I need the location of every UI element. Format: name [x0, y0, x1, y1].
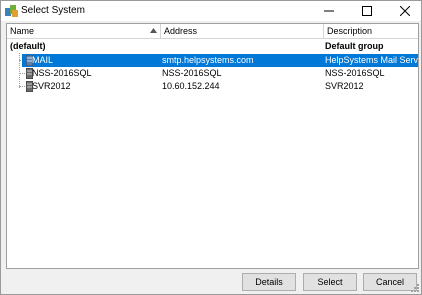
row-address: 10.60.152.244 [162, 81, 220, 91]
details-button[interactable]: Details [242, 273, 296, 291]
server-group-icon [5, 5, 18, 17]
group-row-default[interactable]: (default) Default group [7, 40, 418, 53]
sort-ascending-icon [150, 28, 157, 33]
minimize-icon [324, 10, 334, 12]
select-button[interactable]: Select [303, 273, 357, 291]
window-title: Select System [21, 5, 85, 16]
row-name: SVR2012 [32, 81, 71, 91]
column-header-description[interactable]: Description [324, 24, 418, 38]
minimize-button[interactable] [312, 1, 346, 21]
list-item-mail[interactable]: MAIL smtp.helpsystems.com HelpSystems Ma… [22, 54, 418, 67]
row-address: smtp.helpsystems.com [162, 55, 254, 65]
row-description: SVR2012 [325, 81, 364, 91]
column-header-address[interactable]: Address [161, 24, 324, 38]
group-description: Default group [325, 41, 384, 51]
column-header-description-label: Description [327, 26, 373, 36]
maximize-icon [362, 6, 372, 16]
group-name: (default) [10, 41, 46, 51]
close-icon [400, 6, 410, 16]
row-address: NSS-2016SQL [162, 68, 222, 78]
cancel-button[interactable]: Cancel [363, 273, 417, 291]
row-description: NSS-2016SQL [325, 68, 385, 78]
list-item-nss-2016sql[interactable]: NSS-2016SQL NSS-2016SQL NSS-2016SQL [7, 67, 418, 80]
list-item-svr2012[interactable]: SVR2012 10.60.152.244 SVR2012 [7, 80, 418, 93]
column-header-name[interactable]: Name [7, 24, 161, 38]
system-list[interactable]: Name Address Description (default) Defau… [6, 23, 419, 269]
maximize-button[interactable] [350, 1, 384, 21]
column-header-row: Name Address Description [7, 24, 418, 39]
row-name: NSS-2016SQL [32, 68, 92, 78]
column-header-address-label: Address [164, 26, 198, 36]
close-button[interactable] [388, 1, 422, 21]
row-name: MAIL [32, 55, 54, 65]
title-bar[interactable]: Select System [1, 1, 421, 21]
select-system-dialog: Select System Name Address Description (… [0, 0, 422, 295]
row-description: HelpSystems Mail Server [325, 55, 418, 65]
resize-grip-icon[interactable] [410, 283, 420, 293]
column-header-name-label: Name [10, 26, 35, 36]
